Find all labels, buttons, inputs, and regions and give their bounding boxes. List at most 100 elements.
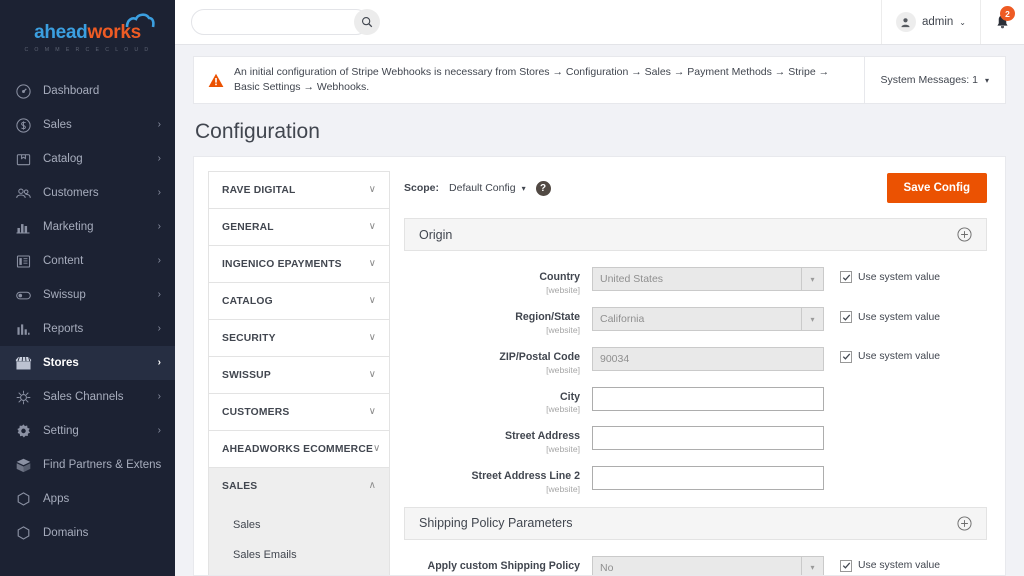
config-section-rave-digital[interactable]: RAVE DIGITAL ∨ [208,171,390,209]
config-section-label: SALES [222,480,258,492]
sidebar-item-label: Swissup [43,289,86,301]
field-row: Region/State [website] California ▾ Use syst… [404,307,987,335]
search-icon[interactable] [354,9,380,35]
config-section-sales[interactable]: SALES ∧ [208,467,390,505]
stores-storefront-icon [12,353,34,373]
input-street-address-line-2[interactable] [592,465,824,490]
field-row: Street Address [website] [404,426,987,454]
page-title: Configuration [195,120,320,144]
section-header-origin[interactable]: Origin [404,218,987,252]
sidebar-item-content[interactable]: Content › [0,244,175,278]
sidebar-item-customers[interactable]: Customers › [0,176,175,210]
sidebar-item-marketing[interactable]: Marketing › [0,210,175,244]
field-label-text: City [559,390,580,403]
config-section-ingenico-epayments[interactable]: INGENICO EPAYMENTS ∨ [208,245,390,283]
use-system-value-checkbox[interactable] [840,271,852,284]
input-street-address[interactable] [592,426,824,451]
search-input[interactable] [192,10,354,34]
gear-icon [12,421,34,441]
scope-bar: Scope: Default Config ▾ ? Save Config [404,171,987,205]
scope-selector[interactable]: Default Config ▾ [449,182,526,194]
config-section-catalog[interactable]: CATALOG ∨ [208,282,390,320]
chevron-right-icon: › [157,119,161,130]
chevron-right-icon: › [157,153,161,164]
sidebar-item-sales-channels[interactable]: Sales Channels › [0,380,175,414]
section-title: Shipping Policy Parameters [419,516,573,531]
chevron-down-icon: ∨ [368,258,376,270]
notification-badge: 2 [1000,6,1015,21]
select-apply-custom-shipping-policy[interactable]: No ▾ [592,555,824,575]
select-region-state[interactable]: California ▾ [592,307,824,332]
field-control [592,465,824,490]
config-section-swissup[interactable]: SWISSUP ∨ [208,356,390,394]
select-country[interactable]: United States ▾ [592,267,824,292]
section-header-shipping-policy-parameters[interactable]: Shipping Policy Parameters [404,506,987,540]
chevron-down-icon: ∨ [368,184,376,196]
config-section-label: AHEADWORKS ECOMMERCE [222,443,374,455]
input-city[interactable] [592,386,824,411]
use-system-value-checkbox[interactable] [840,559,852,572]
global-search[interactable] [191,9,380,35]
app-root: aheadworks C O M M E R C E C L O U D Das… [0,0,1024,576]
field-scope-hint: [website] [546,285,580,296]
use-system-value-checkbox[interactable] [840,350,852,363]
config-section-aheadworks-ecommerce[interactable]: AHEADWORKS ECOMMERCE ∨ [208,430,390,468]
brand-name-part1: ahead [34,21,88,43]
avatar [895,12,916,32]
sidebar-item-domains[interactable]: Domains [0,516,175,550]
admin-name: admin [921,16,954,28]
sidebar-item-label: Find Partners & Extensions [43,459,161,471]
sidebar-item-reports[interactable]: Reports › [0,312,175,346]
chevron-down-icon: ▾ [801,308,823,331]
top-bar-right: admin ⌄ 2 [880,0,1024,44]
config-section-label: CATALOG [222,295,273,307]
sidebar-item-swissup[interactable]: Swissup › [0,278,175,312]
content-page-icon [12,251,34,271]
user-icon [901,17,911,27]
admin-menu[interactable]: admin ⌄ [880,0,980,44]
config-section-label: CUSTOMERS [222,406,290,418]
chevron-right-icon: › [157,425,161,436]
configuration-form: Scope: Default Config ▾ ? Save Config Or… [390,157,1005,575]
notifications-button[interactable]: 2 [980,0,1024,44]
sidebar-item-setting[interactable]: Setting › [0,414,175,448]
config-subitem-sales[interactable]: Sales [209,510,389,540]
sales-dollar-icon [12,115,34,135]
sidebar-item-stores[interactable]: Stores › [0,346,175,380]
sidebar-item-sales[interactable]: Sales › [0,108,175,142]
system-messages-dropdown[interactable]: System Messages: 1 ▾ [863,57,1005,104]
config-subitem-sales-emails[interactable]: Sales Emails [209,540,389,570]
config-section-customers[interactable]: CUSTOMERS ∨ [208,393,390,431]
system-messages-label: System Messages: 1 [880,74,978,87]
use-system-value: Use system value [840,556,940,572]
cloud-icon [125,12,155,27]
chevron-down-icon: ▾ [984,75,989,85]
sidebar-item-find-partners-extensions[interactable]: Find Partners & Extensions [0,448,175,482]
field-label-text: Apply custom Shipping Policy [427,559,580,572]
config-section-general[interactable]: GENERAL ∨ [208,208,390,246]
field-scope-hint: [website] [546,483,580,494]
chevron-down-icon: ∨ [368,221,376,233]
field-row: ZIP/Postal Code[website] Use system value [404,346,987,375]
select-value: California [600,313,645,326]
field-scope-hint: [website] [546,324,580,335]
sidebar-item-label: Customers [43,187,99,199]
chevron-down-icon: ∨ [368,369,376,381]
section-fields: Apply custom Shipping Policy[website] No ▾… [404,540,987,575]
field-label-text: Street Address [505,430,580,443]
config-section-label: RAVE DIGITAL [222,184,296,196]
sidebar-item-apps[interactable]: Apps [0,482,175,516]
field-scope-hint: [website] [546,364,580,375]
chevron-down-icon: ∨ [368,295,376,307]
sidebar-item-dashboard[interactable]: Dashboard [0,74,175,108]
use-system-value-checkbox[interactable] [840,311,852,324]
config-section-security[interactable]: SECURITY ∨ [208,319,390,357]
catalog-box-icon [12,149,34,169]
chevron-down-icon: ▾ [521,183,526,193]
brand-logo[interactable]: aheadworks C O M M E R C E C L O U D [0,0,175,66]
save-config-button[interactable]: Save Config [886,173,987,204]
chevron-right-icon: › [157,289,161,300]
help-question-icon[interactable]: ? [535,180,551,196]
field-label: City [website] [404,387,592,415]
sidebar-item-catalog[interactable]: Catalog › [0,142,175,176]
